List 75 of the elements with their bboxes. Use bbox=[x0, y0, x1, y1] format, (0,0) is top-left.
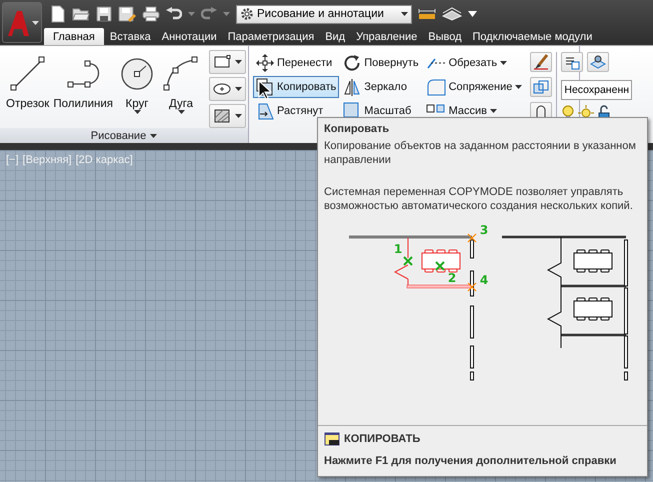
draw-tool-button[interactable]: Круг bbox=[115, 50, 160, 128]
command-window-icon bbox=[324, 432, 340, 446]
modify-tool-button[interactable]: Массив bbox=[422, 100, 526, 122]
draw-tool-button[interactable]: Дуга bbox=[159, 50, 204, 128]
rotate-icon bbox=[343, 54, 362, 72]
modify-tool-button[interactable]: Масштаб bbox=[340, 100, 422, 122]
tooltip-description: Копирование объектов на заданном расстоянии в указанном направлении bbox=[323, 139, 637, 167]
arc-icon bbox=[164, 56, 198, 90]
caret-icon bbox=[32, 20, 38, 24]
line-icon bbox=[10, 56, 44, 90]
draw-tool-button[interactable]: Полилиния bbox=[51, 50, 116, 128]
logo-icon bbox=[6, 8, 30, 36]
layer-tool-button[interactable] bbox=[587, 52, 610, 72]
ellipse-icon bbox=[213, 82, 232, 96]
save-icon[interactable] bbox=[96, 6, 112, 22]
split-button[interactable] bbox=[209, 77, 246, 101]
match-properties-button[interactable] bbox=[530, 52, 552, 72]
hatch-icon bbox=[213, 108, 232, 124]
scale-icon bbox=[343, 102, 362, 120]
ribbon-tab[interactable]: Подключаемые модули bbox=[468, 28, 598, 45]
modify-tool-button[interactable]: Сопряжение bbox=[422, 76, 526, 98]
point-label: 3 bbox=[480, 223, 488, 237]
modify-tool-button[interactable]: Перенести bbox=[253, 52, 340, 74]
print-icon[interactable] bbox=[142, 6, 160, 22]
boxes-icon bbox=[533, 80, 550, 94]
open-folder-icon[interactable] bbox=[72, 6, 90, 22]
polyline-icon bbox=[68, 60, 100, 88]
ribbon-tab[interactable]: Главная bbox=[44, 28, 104, 45]
ribbon-tab[interactable]: Управление bbox=[351, 28, 422, 45]
draw-tool-button[interactable]: Отрезок bbox=[4, 50, 52, 128]
modify-tool-button[interactable]: Обрезать bbox=[422, 52, 526, 74]
brush-icon bbox=[533, 54, 550, 70]
point-label: 4 bbox=[480, 273, 488, 287]
layers-icon[interactable] bbox=[442, 7, 462, 21]
redo-icon[interactable] bbox=[201, 7, 217, 21]
ruler-icon[interactable] bbox=[418, 8, 436, 20]
panel-title[interactable]: Рисование bbox=[0, 128, 248, 143]
trim-icon bbox=[426, 56, 446, 70]
caret-icon bbox=[235, 87, 242, 91]
caret-icon[interactable] bbox=[468, 11, 477, 17]
split-button[interactable] bbox=[209, 50, 246, 74]
stretch-icon bbox=[256, 102, 274, 120]
mirror-icon bbox=[343, 78, 362, 96]
rectangle-icon bbox=[213, 55, 232, 69]
point-label: 2 bbox=[448, 271, 456, 285]
ribbon-tab[interactable]: Вывод bbox=[423, 28, 467, 45]
command-name: КОПИРОВАТЬ bbox=[344, 433, 420, 445]
ribbon-tab[interactable]: Параметризация bbox=[222, 28, 320, 45]
tooltip-title: Копировать bbox=[323, 122, 390, 137]
caret-icon bbox=[401, 12, 408, 16]
circle-icon bbox=[121, 58, 153, 90]
layer-state-dropdown[interactable]: Несохраненн bbox=[561, 80, 632, 100]
save-as-icon[interactable] bbox=[118, 6, 136, 22]
modify-tool-button[interactable]: Зеркало bbox=[340, 76, 422, 98]
caret-icon bbox=[150, 134, 158, 138]
layer-stack-icon bbox=[590, 54, 606, 70]
ribbon-tab[interactable]: Вид bbox=[320, 28, 350, 45]
layer-tool-button[interactable] bbox=[561, 52, 584, 72]
mouse-cursor-icon bbox=[258, 80, 272, 100]
point-label: 1 bbox=[394, 242, 402, 256]
help-hint: Нажмите F1 для получения дополнительной справки bbox=[324, 454, 618, 468]
ribbon-tab[interactable]: Вставка bbox=[104, 28, 156, 45]
ribbon-tab[interactable]: Аннотации bbox=[156, 28, 222, 45]
move-icon bbox=[256, 54, 274, 72]
caret-icon bbox=[235, 60, 242, 64]
split-button[interactable] bbox=[209, 104, 246, 128]
modify-tool-button[interactable]: Повернуть bbox=[340, 52, 422, 74]
undo-icon[interactable] bbox=[166, 7, 182, 21]
tooltip-note: Системная переменная COPYMODE позволяет управлять возможностью автоматического создания нескольких копий. bbox=[323, 185, 634, 213]
fillet-icon bbox=[426, 78, 446, 96]
caret-icon bbox=[235, 114, 242, 118]
workspace-dropdown[interactable]: Рисование и аннотации bbox=[236, 4, 412, 24]
modify-tool-button[interactable]: Растянут bbox=[253, 100, 340, 122]
gear-icon bbox=[240, 7, 254, 21]
new-file-icon[interactable] bbox=[50, 5, 66, 23]
